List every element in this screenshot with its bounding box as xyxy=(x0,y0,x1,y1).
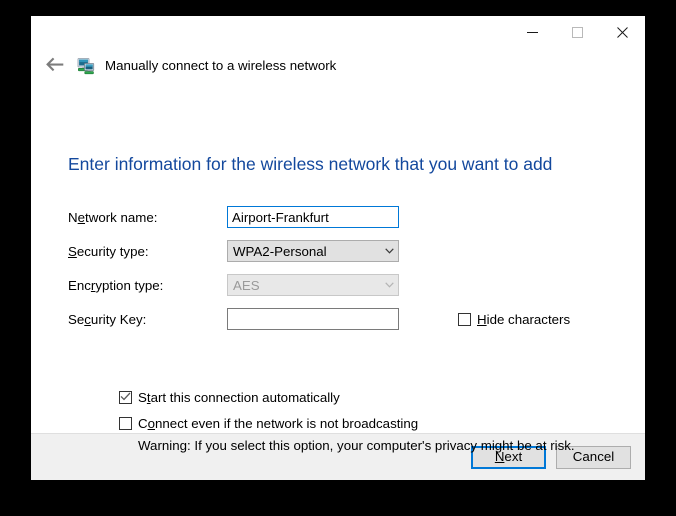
checkbox-box xyxy=(119,391,132,404)
wizard-caption: Manually connect to a wireless network xyxy=(105,59,336,72)
options-area: Start this connection automatically Conn… xyxy=(119,384,575,456)
manually-connect-wireless-dialog: Manually connect to a wireless network E… xyxy=(31,16,645,480)
page-heading: Enter information for the wireless netwo… xyxy=(68,156,552,174)
hide-characters-wrapper: Hide characters xyxy=(458,302,570,336)
encryption-type-row: Encryption type: AES xyxy=(68,268,608,302)
security-key-row: Security Key: Hide characters xyxy=(68,302,608,336)
security-type-dropdown[interactable]: WPA2-Personal xyxy=(227,240,399,262)
back-arrow-icon xyxy=(46,57,65,75)
back-button[interactable] xyxy=(41,52,69,80)
connect-not-broadcasting-label: Connect even if the network is not broad… xyxy=(138,416,418,431)
chevron-down-icon xyxy=(381,248,398,254)
encryption-type-dropdown: AES xyxy=(227,274,399,296)
chevron-down-icon xyxy=(381,282,398,288)
security-type-value: WPA2-Personal xyxy=(228,244,381,259)
checkbox-box xyxy=(458,313,471,326)
dialog-body: Enter information for the wireless netwo… xyxy=(31,84,645,433)
wireless-network-icon xyxy=(77,57,95,75)
connect-not-broadcasting-checkbox[interactable]: Connect even if the network is not broad… xyxy=(119,416,418,431)
wizard-nav-row: Manually connect to a wireless network xyxy=(31,48,645,84)
minimize-button[interactable] xyxy=(510,16,555,48)
connect-not-broadcasting-row: Connect even if the network is not broad… xyxy=(119,410,575,436)
hide-characters-checkbox[interactable]: Hide characters xyxy=(458,312,570,327)
start-automatically-checkbox[interactable]: Start this connection automatically xyxy=(119,390,340,405)
checkmark-icon xyxy=(120,388,131,406)
encryption-type-value: AES xyxy=(228,278,381,293)
hide-characters-label: Hide characters xyxy=(477,312,570,327)
close-button[interactable] xyxy=(600,16,645,48)
security-key-input[interactable] xyxy=(227,308,399,330)
start-automatically-label: Start this connection automatically xyxy=(138,390,340,405)
start-automatically-row: Start this connection automatically xyxy=(119,384,575,410)
security-type-label: Security type: xyxy=(68,244,227,259)
checkbox-box xyxy=(119,417,132,430)
form-area: Network name: Security type: WPA2-Person… xyxy=(68,200,608,336)
title-bar xyxy=(31,16,645,48)
maximize-icon xyxy=(572,27,583,38)
encryption-type-label: Encryption type: xyxy=(68,278,227,293)
network-name-row: Network name: xyxy=(68,200,608,234)
maximize-button[interactable] xyxy=(555,16,600,48)
security-type-row: Security type: WPA2-Personal xyxy=(68,234,608,268)
close-icon xyxy=(617,27,628,38)
network-name-label: Network name: xyxy=(68,210,227,225)
network-name-input[interactable] xyxy=(227,206,399,228)
privacy-warning-text: Warning: If you select this option, your… xyxy=(138,436,575,456)
security-key-label: Security Key: xyxy=(68,312,227,327)
minimize-icon xyxy=(527,27,538,38)
